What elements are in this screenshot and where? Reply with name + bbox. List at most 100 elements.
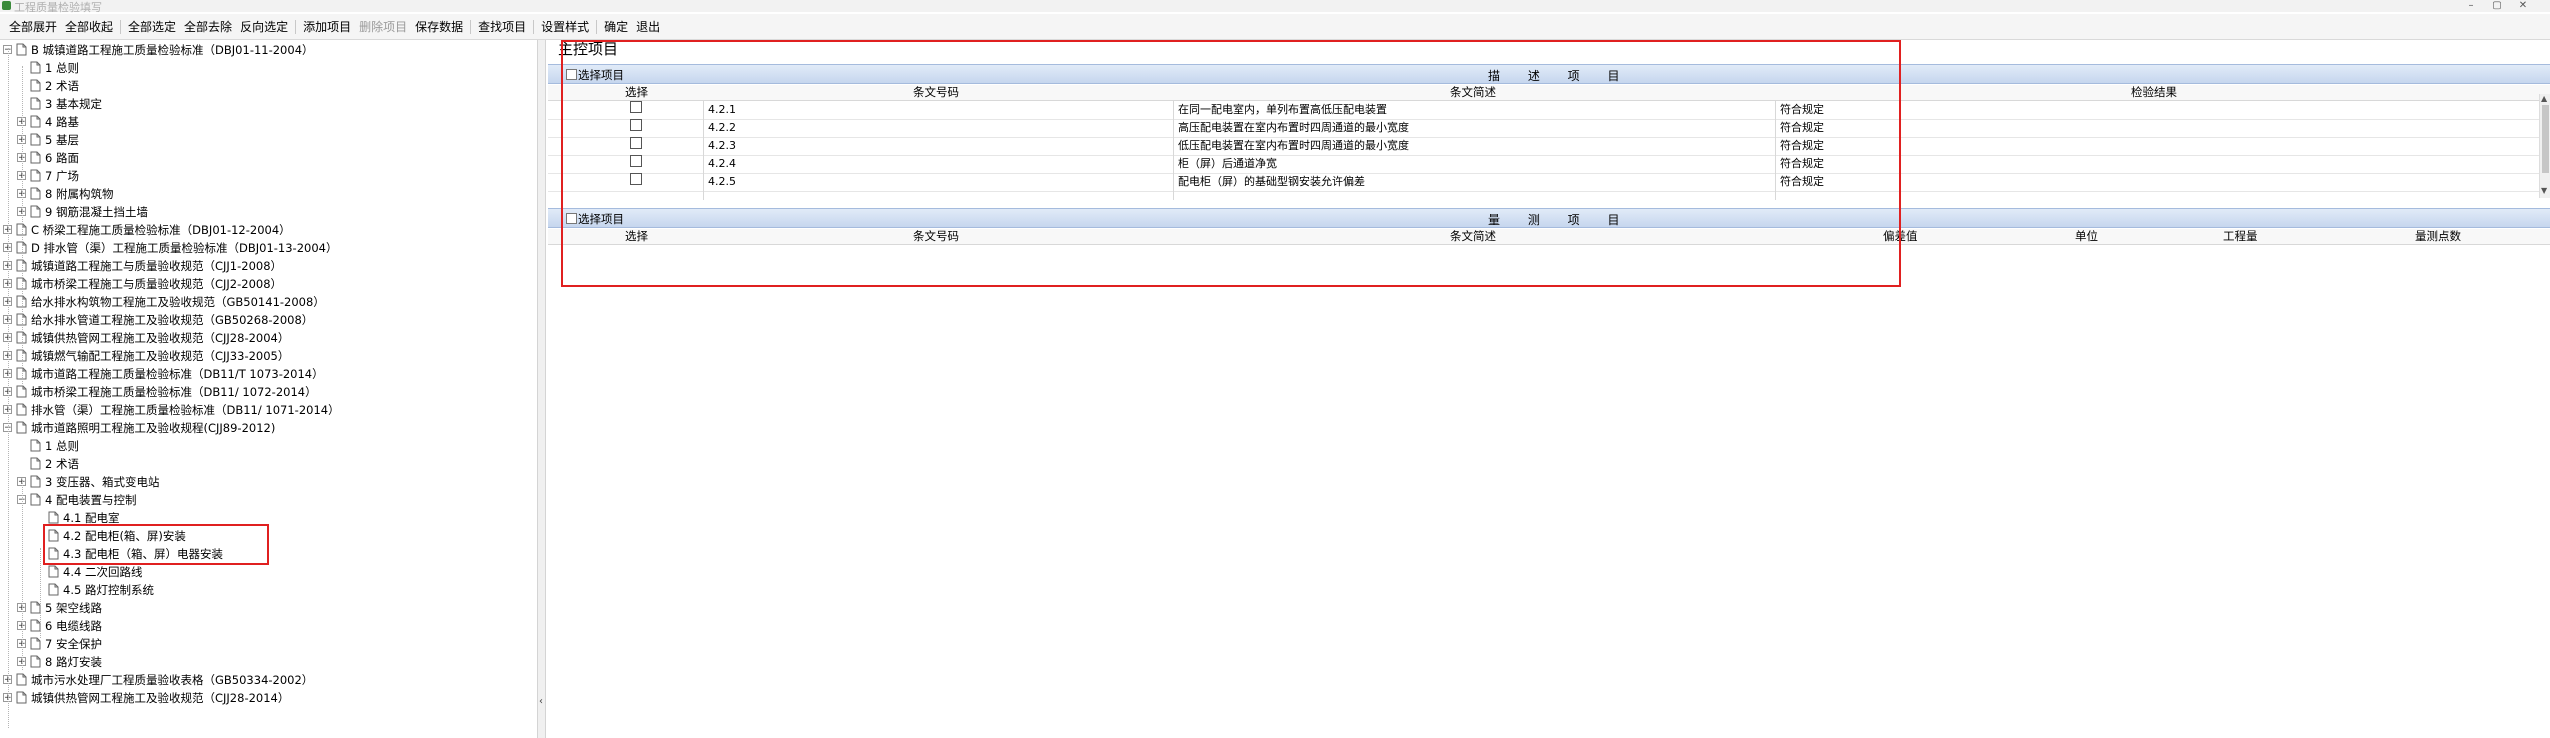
document-icon <box>48 583 59 596</box>
document-icon <box>30 439 41 452</box>
document-icon <box>30 61 41 74</box>
tree-node-label: 2 术语 <box>45 457 79 471</box>
document-icon <box>48 511 59 524</box>
document-icon <box>30 655 41 668</box>
document-icon <box>16 43 27 56</box>
col-result: 检验结果 <box>2131 85 2177 99</box>
tree-node-label: B 城镇道路工程施工质量检验标准（DBJ01-11-2004） <box>31 43 314 57</box>
document-icon <box>30 205 41 218</box>
collapse-all-button[interactable]: 全部收起 <box>61 18 117 35</box>
document-icon <box>16 691 27 704</box>
tree-node-label: 1 总则 <box>45 61 79 75</box>
tree-connector-line <box>22 480 23 670</box>
tree-node-label: 5 架空线路 <box>45 601 102 615</box>
tree-node-label: 城镇燃气输配工程施工及验收规范（CJJ33-2005） <box>31 349 290 363</box>
main-panel: 主控项目 选择项目 描 述 项 目 选择 条文号码 条文简述 检验结果 4.2.… <box>548 40 2550 738</box>
collapse-arrow-icon[interactable]: ‹ <box>539 696 543 707</box>
document-icon <box>16 421 27 434</box>
toolbar-separator <box>596 19 598 34</box>
document-icon <box>16 673 27 686</box>
tree-node-label: 给水排水管道工程施工及验收规范（GB50268-2008） <box>31 313 314 327</box>
tree-node-label: 8 附属构筑物 <box>45 187 114 201</box>
tree-node-label: 4.5 路灯控制系统 <box>63 583 154 597</box>
app-icon <box>2 1 11 10</box>
tree-node-label: D 排水管（渠）工程施工质量检验标准（DBJ01-13-2004） <box>31 241 338 255</box>
tree-node-label: 7 安全保护 <box>45 637 102 651</box>
expand-all-button[interactable]: 全部展开 <box>5 18 61 35</box>
tree-node-label: 6 电缆线路 <box>45 619 102 633</box>
tree-node-label: 7 广场 <box>45 169 79 183</box>
document-icon <box>30 97 41 110</box>
document-icon <box>30 151 41 164</box>
tree-node-label: 8 路灯安装 <box>45 655 102 669</box>
tree-node-label: C 桥梁工程施工质量检验标准（DBJ01-12-2004） <box>31 223 291 237</box>
style-settings-button[interactable]: 设置样式 <box>537 18 593 35</box>
col-quantity: 工程量 <box>2223 229 2258 243</box>
tree-connector-line <box>22 66 23 386</box>
remove-all-button[interactable]: 全部去除 <box>180 18 236 35</box>
toolbar-separator <box>120 19 122 34</box>
title-bar: 工程质量检验填写 – ▢ ✕ <box>0 0 2550 14</box>
highlight-box-main <box>561 40 1901 287</box>
close-icon[interactable]: ✕ <box>2512 0 2534 11</box>
panel1-scrollbar[interactable]: ▲ ▼ <box>2539 94 2550 198</box>
document-icon <box>16 403 27 416</box>
document-icon <box>30 493 41 506</box>
tree-node-label: 城市道路照明工程施工及验收规程(CJJ89-2012) <box>31 421 276 435</box>
document-icon <box>30 457 41 470</box>
tree-node-label: 1 总则 <box>45 439 79 453</box>
splitter[interactable]: ‹ <box>537 40 546 738</box>
tree-node-label: 给水排水构筑物工程施工及验收规范（GB50141-2008） <box>31 295 325 309</box>
document-icon <box>30 187 41 200</box>
save-data-button[interactable]: 保存数据 <box>411 18 467 35</box>
window-title: 工程质量检验填写 <box>14 1 102 14</box>
document-icon <box>30 133 41 146</box>
document-icon <box>30 637 41 650</box>
delete-item-button[interactable]: 删除项目 <box>355 18 411 35</box>
tree-node-label: 6 路面 <box>45 151 79 165</box>
tree-node-label: 城镇道路工程施工与质量验收规范（CJJ1-2008） <box>31 259 283 273</box>
toolbar-separator <box>533 19 535 34</box>
confirm-button[interactable]: 确定 <box>600 18 632 35</box>
maximize-icon[interactable]: ▢ <box>2486 0 2508 11</box>
tree-node-label: 9 钢筋混凝土挡土墙 <box>45 205 148 219</box>
toolbar-separator <box>295 19 297 34</box>
tree-node-label: 5 基层 <box>45 133 79 147</box>
tree-node-label: 城市污水处理厂工程质量验收表格（GB50334-2002） <box>31 673 314 687</box>
document-icon <box>30 169 41 182</box>
document-icon <box>30 115 41 128</box>
col-unit: 单位 <box>2075 229 2098 243</box>
scroll-thumb[interactable] <box>2542 105 2549 173</box>
tree-connector-line <box>8 48 9 728</box>
document-icon <box>48 565 59 578</box>
document-icon <box>30 475 41 488</box>
document-icon <box>16 385 27 398</box>
document-icon <box>30 79 41 92</box>
exit-button[interactable]: 退出 <box>632 18 664 35</box>
select-all-button[interactable]: 全部选定 <box>124 18 180 35</box>
toolbar-separator <box>470 19 472 34</box>
col-measure-points: 量测点数 <box>2415 229 2461 243</box>
tree-node-label: 3 变压器、箱式变电站 <box>45 475 160 489</box>
tree-node-label: 城市桥梁工程施工与质量验收规范（CJJ2-2008） <box>31 277 283 291</box>
tree-node-label: 2 术语 <box>45 79 79 93</box>
tree-node-label: 城市道路工程施工质量检验标准（DB11/T 1073-2014） <box>31 367 324 381</box>
scroll-up-icon[interactable]: ▲ <box>2541 94 2547 103</box>
toolbar: 全部展开 全部收起 全部选定 全部去除 反向选定 添加项目 删除项目 保存数据 … <box>0 14 2550 40</box>
tree-node-label: 4 配电装置与控制 <box>45 493 137 507</box>
find-item-button[interactable]: 查找项目 <box>474 18 530 35</box>
tree-node-label: 4.4 二次回路线 <box>63 565 143 579</box>
tree-node-label: 排水管（渠）工程施工质量检验标准（DB11/ 1071-2014） <box>31 403 340 417</box>
highlight-box-tree <box>43 524 269 565</box>
tree-node-label: 3 基本规定 <box>45 97 102 111</box>
invert-selection-button[interactable]: 反向选定 <box>236 18 292 35</box>
tree-connector-line <box>40 548 41 638</box>
minimize-icon[interactable]: – <box>2460 0 2482 11</box>
tree-node-label: 城镇供热管网工程施工及验收规范（CJJ28-2014） <box>31 691 290 705</box>
standards-tree: − B 城镇道路工程施工质量检验标准（DBJ01-11-2004） 1 总则 2 术语… <box>0 40 535 738</box>
tree-node-label: 4 路基 <box>45 115 79 129</box>
tree-node-label: 城市桥梁工程施工质量检验标准（DB11/ 1072-2014） <box>31 385 317 399</box>
tree-node-label: 城镇供热管网工程施工及验收规范（CJJ28-2004） <box>31 331 290 345</box>
scroll-down-icon[interactable]: ▼ <box>2541 186 2547 195</box>
add-item-button[interactable]: 添加项目 <box>299 18 355 35</box>
